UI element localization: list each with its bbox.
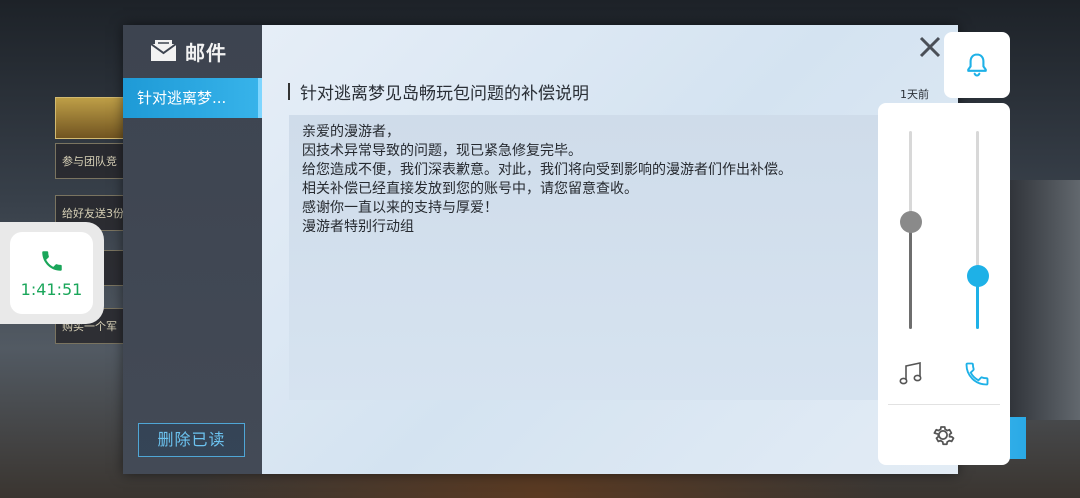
title-bar xyxy=(288,82,290,100)
notification-button[interactable] xyxy=(944,32,1010,98)
mail-body-line: 亲爱的漫游者， xyxy=(302,124,400,140)
mail-content: 针对逃离梦见岛畅玩包问题的补偿说明 亲爱的漫游者， 因技术异常导致的问题，现已紧… xyxy=(262,25,1026,474)
mail-subject-text: 针对逃离梦见岛畅玩包问题的补偿说明 xyxy=(300,83,589,104)
panel-divider xyxy=(888,404,1000,405)
delete-read-button[interactable]: 删除已读 xyxy=(138,423,245,457)
mail-list-item[interactable]: 针对逃离梦... xyxy=(123,78,262,118)
mail-dialog: 邮件 针对逃离梦... 删除已读 针对逃离梦见岛畅玩包问题的补偿说明 亲爱的漫游… xyxy=(123,25,1026,474)
mail-body-line: 感谢你一直以来的支持与厚爱！ xyxy=(302,200,498,216)
bell-icon xyxy=(967,53,987,77)
game-task-label: 给好友送3份 xyxy=(62,207,124,220)
call-pill-inner: 1:41:51 xyxy=(10,232,93,314)
mail-body: 亲爱的漫游者， 因技术异常导致的问题，现已紧急修复完毕。 给您造成不便，我们深表… xyxy=(289,115,889,400)
volume-panel xyxy=(878,103,1010,465)
phone-icon[interactable] xyxy=(963,360,991,388)
mail-body-line: 相关补偿已经直接发放到您的账号中，请您留意查收。 xyxy=(302,181,638,197)
mail-header: 邮件 xyxy=(123,25,262,77)
gear-icon[interactable] xyxy=(929,421,957,449)
mail-subject: 针对逃离梦见岛畅玩包问题的补偿说明 xyxy=(288,80,589,104)
media-volume-thumb[interactable] xyxy=(899,211,922,233)
mail-title-label: 邮件 xyxy=(185,40,227,65)
media-volume-slider[interactable] xyxy=(899,131,922,329)
call-timer: 1:41:51 xyxy=(20,279,83,299)
media-volume-fill xyxy=(909,222,912,329)
mail-body-line: 因技术异常导致的问题，现已紧急修复完毕。 xyxy=(302,143,582,159)
envelope-icon xyxy=(150,40,177,61)
phone-icon xyxy=(41,250,62,271)
call-pill[interactable]: 1:41:51 xyxy=(0,222,104,324)
mail-time: 1天前 xyxy=(900,88,929,101)
game-task-label: 参与团队竞 xyxy=(62,155,117,168)
call-volume-slider[interactable] xyxy=(966,131,989,329)
mail-body-line: 漫游者特别行动组 xyxy=(302,219,414,235)
call-volume-thumb[interactable] xyxy=(966,265,989,287)
music-note-icon[interactable] xyxy=(897,360,925,388)
mail-sidebar: 邮件 针对逃离梦... 删除已读 xyxy=(123,25,262,474)
mail-body-line: 给您造成不便，我们深表歉意。对此，我们将向受到影响的漫游者们作出补偿。 xyxy=(302,162,792,178)
game-scenery xyxy=(1000,180,1080,420)
close-icon[interactable] xyxy=(916,33,944,61)
